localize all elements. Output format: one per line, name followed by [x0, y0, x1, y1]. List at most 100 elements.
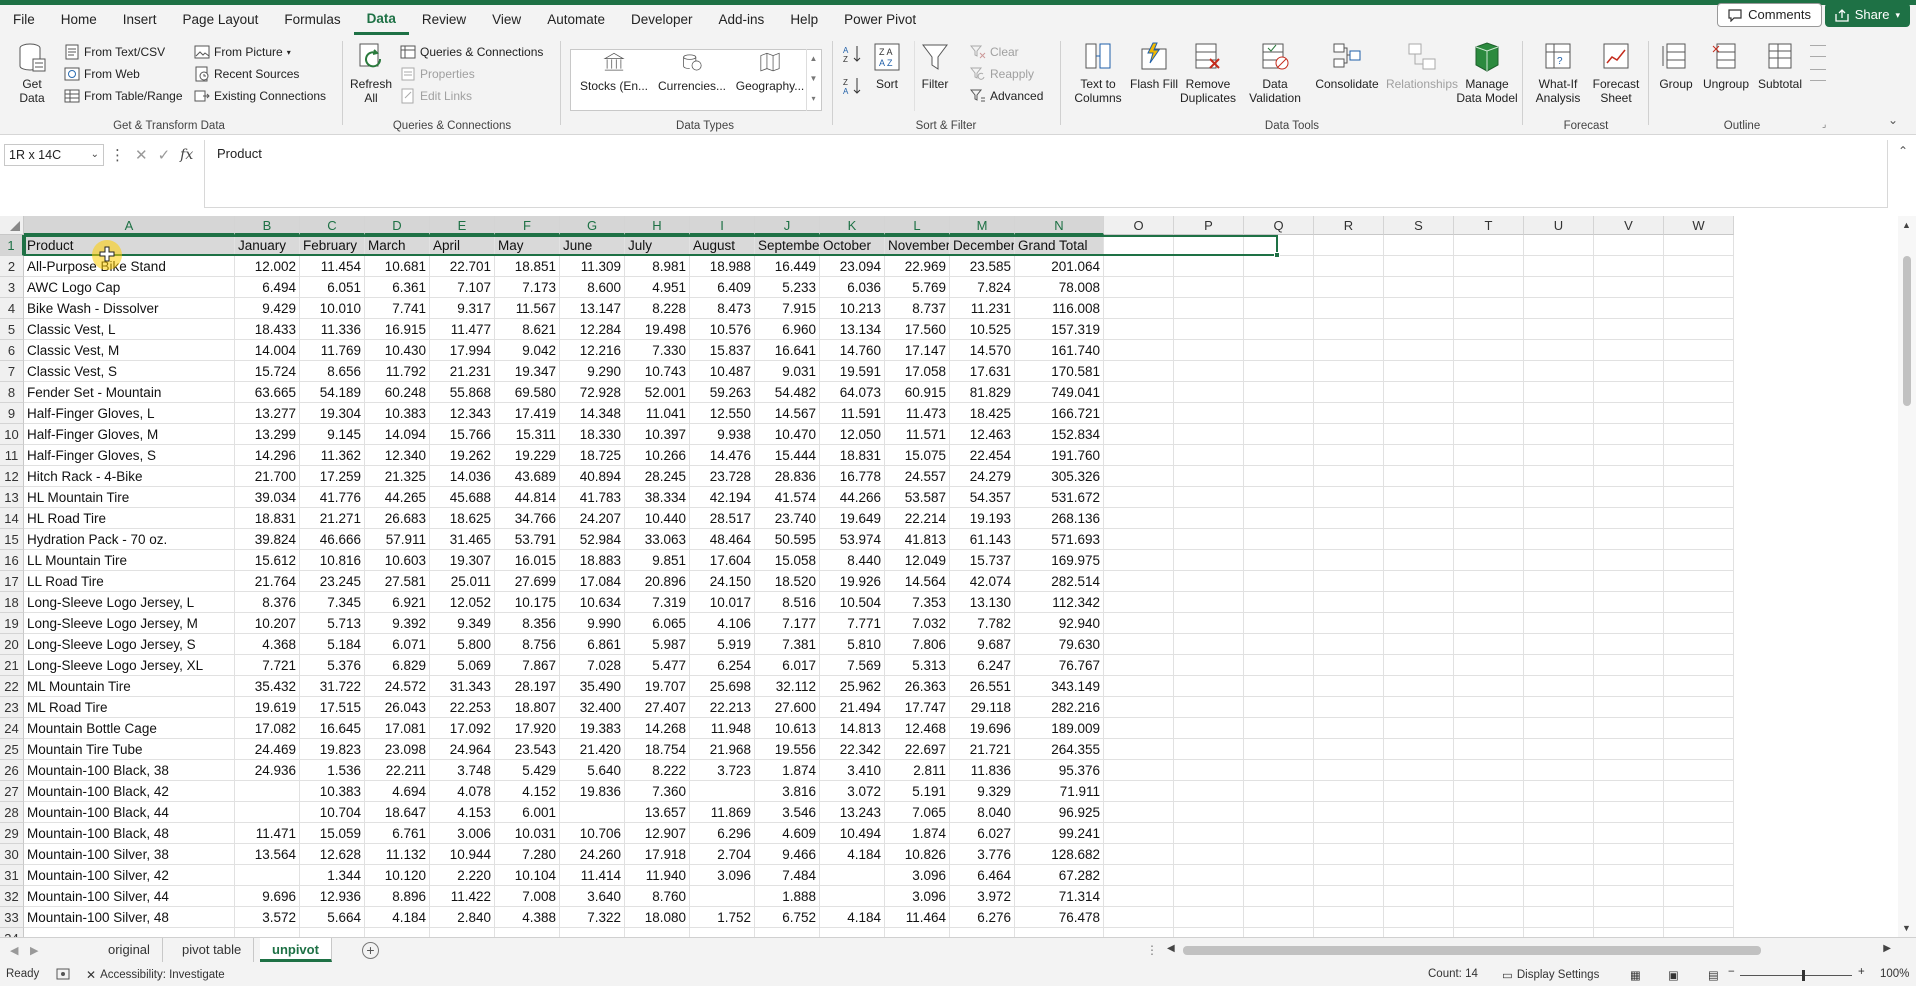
cell-u11[interactable] — [1524, 445, 1594, 466]
cell-q2[interactable] — [1244, 256, 1314, 277]
cell-o4[interactable] — [1104, 298, 1174, 319]
cell-d19[interactable]: 9.392 — [365, 613, 430, 634]
cell-u23[interactable] — [1524, 697, 1594, 718]
macro-recording-icon[interactable] — [56, 968, 70, 980]
cell-r29[interactable] — [1314, 823, 1384, 844]
cell-l26[interactable]: 2.811 — [885, 760, 950, 781]
cell-h32[interactable]: 8.760 — [625, 886, 690, 907]
cell-f25[interactable]: 23.543 — [495, 739, 560, 760]
cell-o10[interactable] — [1104, 424, 1174, 445]
column-header-g[interactable]: G — [560, 216, 625, 235]
row-header[interactable]: 15 — [0, 529, 24, 550]
cell-u30[interactable] — [1524, 844, 1594, 865]
cell-i18[interactable]: 10.017 — [690, 592, 755, 613]
cell-i31[interactable]: 3.096 — [690, 865, 755, 886]
cell-i17[interactable]: 24.150 — [690, 571, 755, 592]
cell-g32[interactable]: 3.640 — [560, 886, 625, 907]
cell-t34[interactable] — [1454, 928, 1524, 937]
cell-k13[interactable]: 44.266 — [820, 487, 885, 508]
cell-k33[interactable]: 4.184 — [820, 907, 885, 928]
cell-b19[interactable]: 10.207 — [235, 613, 300, 634]
cell-d8[interactable]: 60.248 — [365, 382, 430, 403]
currencies-button[interactable]: Currencies... — [654, 51, 730, 93]
cell-r13[interactable] — [1314, 487, 1384, 508]
cell-q6[interactable] — [1244, 340, 1314, 361]
cell-l20[interactable]: 7.806 — [885, 634, 950, 655]
cell-e4[interactable]: 9.317 — [430, 298, 495, 319]
cell-c20[interactable]: 5.184 — [300, 634, 365, 655]
cell-s4[interactable] — [1384, 298, 1454, 319]
cell-a18[interactable]: Long-Sleeve Logo Jersey, L — [24, 592, 235, 613]
cell-g7[interactable]: 9.290 — [560, 361, 625, 382]
cell-q1[interactable] — [1244, 235, 1314, 256]
cell-e33[interactable]: 2.840 — [430, 907, 495, 928]
cell-s34[interactable] — [1384, 928, 1454, 937]
cell-t21[interactable] — [1454, 655, 1524, 676]
cell-e24[interactable]: 17.092 — [430, 718, 495, 739]
expand-formula-bar-icon[interactable]: ⌃ — [1898, 144, 1908, 158]
cell-c23[interactable]: 17.515 — [300, 697, 365, 718]
formula-input[interactable]: Product — [204, 140, 1888, 208]
cell-j22[interactable]: 32.112 — [755, 676, 820, 697]
cell-t2[interactable] — [1454, 256, 1524, 277]
cell-b27[interactable] — [235, 781, 300, 802]
cell-h17[interactable]: 20.896 — [625, 571, 690, 592]
cell-l14[interactable]: 22.214 — [885, 508, 950, 529]
cell-m16[interactable]: 15.737 — [950, 550, 1015, 571]
column-header-t[interactable]: T — [1454, 216, 1524, 235]
cell-n28[interactable]: 96.925 — [1015, 802, 1104, 823]
cell-d4[interactable]: 7.741 — [365, 298, 430, 319]
column-header-q[interactable]: Q — [1244, 216, 1314, 235]
edit-links-button[interactable]: Edit Links — [400, 87, 472, 105]
cell-n31[interactable]: 67.282 — [1015, 865, 1104, 886]
cell-l6[interactable]: 17.147 — [885, 340, 950, 361]
cell-b20[interactable]: 4.368 — [235, 634, 300, 655]
cell-f22[interactable]: 28.197 — [495, 676, 560, 697]
cell-g28[interactable] — [560, 802, 625, 823]
cell-s33[interactable] — [1384, 907, 1454, 928]
cell-j7[interactable]: 9.031 — [755, 361, 820, 382]
from-web-button[interactable]: From Web — [64, 65, 140, 83]
cell-q15[interactable] — [1244, 529, 1314, 550]
cell-p16[interactable] — [1174, 550, 1244, 571]
cell-w19[interactable] — [1664, 613, 1734, 634]
cell-n7[interactable]: 170.581 — [1015, 361, 1104, 382]
cell-s17[interactable] — [1384, 571, 1454, 592]
cell-t14[interactable] — [1454, 508, 1524, 529]
cell-f6[interactable]: 9.042 — [495, 340, 560, 361]
cell-o12[interactable] — [1104, 466, 1174, 487]
row-header[interactable]: 12 — [0, 466, 24, 487]
cell-e34[interactable] — [430, 928, 495, 937]
cell-v2[interactable] — [1594, 256, 1664, 277]
cell-f23[interactable]: 18.807 — [495, 697, 560, 718]
cell-u6[interactable] — [1524, 340, 1594, 361]
cell-l9[interactable]: 11.473 — [885, 403, 950, 424]
cell-a15[interactable]: Hydration Pack - 70 oz. — [24, 529, 235, 550]
row-header[interactable]: 11 — [0, 445, 24, 466]
cell-r8[interactable] — [1314, 382, 1384, 403]
cell-q12[interactable] — [1244, 466, 1314, 487]
cell-b31[interactable] — [235, 865, 300, 886]
cell-g25[interactable]: 21.420 — [560, 739, 625, 760]
cell-i33[interactable]: 1.752 — [690, 907, 755, 928]
cell-t5[interactable] — [1454, 319, 1524, 340]
cell-c33[interactable]: 5.664 — [300, 907, 365, 928]
cell-d12[interactable]: 21.325 — [365, 466, 430, 487]
cell-p14[interactable] — [1174, 508, 1244, 529]
cell-w3[interactable] — [1664, 277, 1734, 298]
row-header[interactable]: 3 — [0, 277, 24, 298]
cell-p30[interactable] — [1174, 844, 1244, 865]
cell-a17[interactable]: LL Road Tire — [24, 571, 235, 592]
cell-u31[interactable] — [1524, 865, 1594, 886]
cell-e6[interactable]: 17.994 — [430, 340, 495, 361]
cell-e5[interactable]: 11.477 — [430, 319, 495, 340]
cell-p12[interactable] — [1174, 466, 1244, 487]
cell-d1[interactable]: March — [365, 235, 430, 256]
cell-c2[interactable]: 11.454 — [300, 256, 365, 277]
cell-m1[interactable]: December — [950, 235, 1015, 256]
cell-m11[interactable]: 22.454 — [950, 445, 1015, 466]
cell-r14[interactable] — [1314, 508, 1384, 529]
column-header-u[interactable]: U — [1524, 216, 1594, 235]
cell-j13[interactable]: 41.574 — [755, 487, 820, 508]
cell-n17[interactable]: 282.514 — [1015, 571, 1104, 592]
